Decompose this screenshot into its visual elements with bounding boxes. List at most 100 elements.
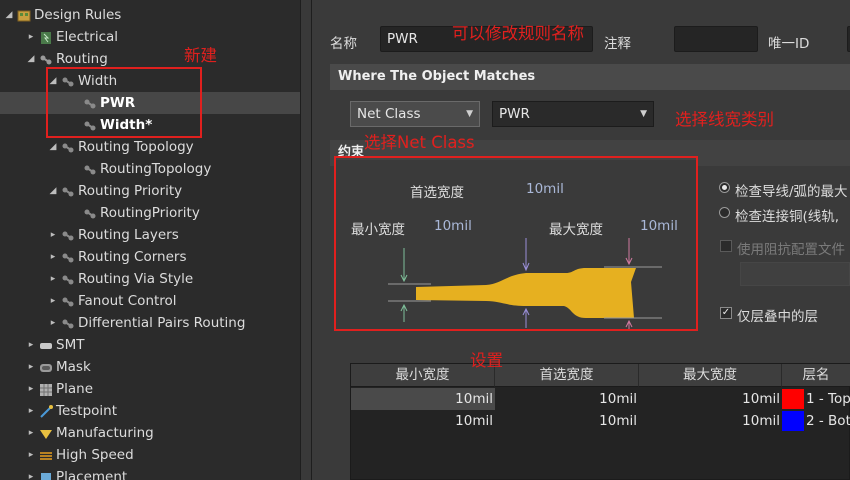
impedance-profile-select[interactable] <box>740 262 850 286</box>
placement-icon <box>39 470 53 480</box>
tree-item[interactable]: ▸ Placement <box>0 466 300 480</box>
column-header-layer[interactable]: 层名 <box>782 364 850 387</box>
tree-item-label: Mask <box>56 359 91 375</box>
expanded-arrow-icon[interactable]: ◢ <box>48 136 58 158</box>
check-track-arc-radio[interactable] <box>719 182 730 193</box>
collapsed-arrow-icon[interactable]: ▸ <box>48 224 58 246</box>
scope-type-select[interactable]: Net Class ▼ <box>350 101 480 127</box>
tree-item[interactable]: ▸ Mask <box>0 356 300 378</box>
collapsed-arrow-icon[interactable]: ▸ <box>26 378 36 400</box>
comment-label: 注释 <box>604 36 631 52</box>
check-track-arc-label: 检查导线/弧的最大 <box>735 184 848 200</box>
collapsed-arrow-icon[interactable]: ▸ <box>48 246 58 268</box>
tree-item[interactable]: ◢ Routing Priority <box>0 180 300 202</box>
layer-color-swatch <box>782 389 804 409</box>
column-header-preferred[interactable]: 首选宽度 <box>495 364 639 387</box>
collapsed-arrow-icon[interactable]: ▸ <box>48 290 58 312</box>
row2-preferred-cell[interactable]: 10mil <box>495 410 639 432</box>
tree-item-label: SMT <box>56 337 85 353</box>
annotation-select-width-class: 选择线宽类别 <box>675 110 774 129</box>
impedance-profile-checkbox[interactable] <box>720 240 732 252</box>
impedance-profile-label: 使用阻抗配置文件 <box>737 242 845 258</box>
row1-min-cell[interactable]: 10mil <box>351 388 495 410</box>
tree-item[interactable]: ◢ Routing Topology <box>0 136 300 158</box>
row1-layer-cell[interactable]: 1 - Top <box>806 388 850 410</box>
tree-item[interactable]: RoutingTopology <box>0 158 300 180</box>
rule-icon <box>61 250 75 264</box>
unique-id-label: 唯一ID <box>768 36 810 52</box>
annotation-rename: 可以修改规则名称 <box>452 24 584 43</box>
expanded-arrow-icon[interactable]: ◢ <box>48 180 58 202</box>
tree-item[interactable]: ◢ Design Rules <box>0 4 300 26</box>
collapsed-arrow-icon[interactable]: ▸ <box>26 356 36 378</box>
check-connected-copper-radio[interactable] <box>719 207 730 218</box>
tree-item[interactable]: RoutingPriority <box>0 202 300 224</box>
collapsed-arrow-icon[interactable]: ▸ <box>26 422 36 444</box>
stack-layers-only-checkbox[interactable]: ✓ <box>720 307 732 319</box>
tree-item[interactable]: ▸ Electrical <box>0 26 300 48</box>
collapsed-arrow-icon[interactable]: ▸ <box>26 26 36 48</box>
plane-icon <box>39 382 53 396</box>
mask-icon <box>39 360 53 374</box>
chevron-down-icon: ▼ <box>466 109 473 119</box>
rule-icon <box>61 140 75 154</box>
tree-item-label: Testpoint <box>56 403 118 419</box>
tree-item-label: Fanout Control <box>78 293 177 309</box>
rule-icon <box>61 316 75 330</box>
row2-max-cell[interactable]: 10mil <box>639 410 782 432</box>
row2-min-cell[interactable]: 10mil <box>351 410 495 432</box>
scope-value-value: PWR <box>499 106 530 122</box>
layer-color-swatch <box>782 411 804 431</box>
tree-item-label: RoutingPriority <box>100 205 200 221</box>
tree-item[interactable]: ▸ Manufacturing <box>0 422 300 444</box>
tree-item[interactable]: ▸ Routing Via Style <box>0 268 300 290</box>
tree-item-label: Placement <box>56 469 128 480</box>
tree-item-label: Routing Corners <box>78 249 187 265</box>
stack-layers-only-label: 仅层叠中的层 <box>737 309 818 325</box>
tree-item-label: RoutingTopology <box>100 161 212 177</box>
design-rules-icon <box>17 8 31 22</box>
tree-item-label: Plane <box>56 381 94 397</box>
testpoint-icon <box>39 404 53 418</box>
collapsed-arrow-icon[interactable]: ▸ <box>26 400 36 422</box>
electrical-icon <box>39 30 53 44</box>
column-header-max[interactable]: 最大宽度 <box>639 364 782 387</box>
tree-item[interactable]: ▸ High Speed <box>0 444 300 466</box>
rule-icon <box>61 294 75 308</box>
tree-item[interactable]: ▸ Testpoint <box>0 400 300 422</box>
row1-max-cell[interactable]: 10mil <box>639 388 782 410</box>
comment-input[interactable] <box>674 26 758 52</box>
row2-layer-cell[interactable]: 2 - Bot <box>806 410 850 432</box>
expanded-arrow-icon[interactable]: ◢ <box>4 4 14 26</box>
tree-item[interactable]: ▸ Routing Corners <box>0 246 300 268</box>
tree-item[interactable]: ▸ SMT <box>0 334 300 356</box>
annotation-box-settings <box>334 156 698 331</box>
tree-item[interactable]: ▸ Differential Pairs Routing <box>0 312 300 334</box>
smt-icon <box>39 338 53 352</box>
where-matches-header: Where The Object Matches <box>330 64 850 90</box>
manufacturing-icon <box>39 426 53 440</box>
collapsed-arrow-icon[interactable]: ▸ <box>26 334 36 356</box>
collapsed-arrow-icon[interactable]: ▸ <box>26 444 36 466</box>
rule-editor-panel: 名称 PWR 注释 唯一ID Where The Object Matches … <box>312 0 850 480</box>
collapsed-arrow-icon[interactable]: ▸ <box>48 312 58 334</box>
tree-item-label: Routing Priority <box>78 183 183 199</box>
tree-item[interactable]: ▸ Plane <box>0 378 300 400</box>
chevron-down-icon: ▼ <box>640 109 647 119</box>
row1-preferred-cell[interactable]: 10mil <box>495 388 639 410</box>
rule-icon <box>61 228 75 242</box>
tree-item-label: Routing Via Style <box>78 271 194 287</box>
tree-item-label: Manufacturing <box>56 425 154 441</box>
tree-item[interactable]: ▸ Routing Layers <box>0 224 300 246</box>
collapsed-arrow-icon[interactable]: ▸ <box>48 268 58 290</box>
rule-icon <box>61 184 75 198</box>
panel-splitter[interactable] <box>300 0 312 480</box>
tree-item-label: Design Rules <box>34 7 122 23</box>
annotation-new: 新建 <box>184 46 217 65</box>
check-connected-copper-label: 检查连接铜(线轨, <box>735 209 840 225</box>
expanded-arrow-icon[interactable]: ◢ <box>26 48 36 70</box>
tree-item[interactable]: ▸ Fanout Control <box>0 290 300 312</box>
collapsed-arrow-icon[interactable]: ▸ <box>26 466 36 480</box>
tree-item-label: Routing Layers <box>78 227 179 243</box>
scope-value-select[interactable]: PWR ▼ <box>492 101 654 127</box>
